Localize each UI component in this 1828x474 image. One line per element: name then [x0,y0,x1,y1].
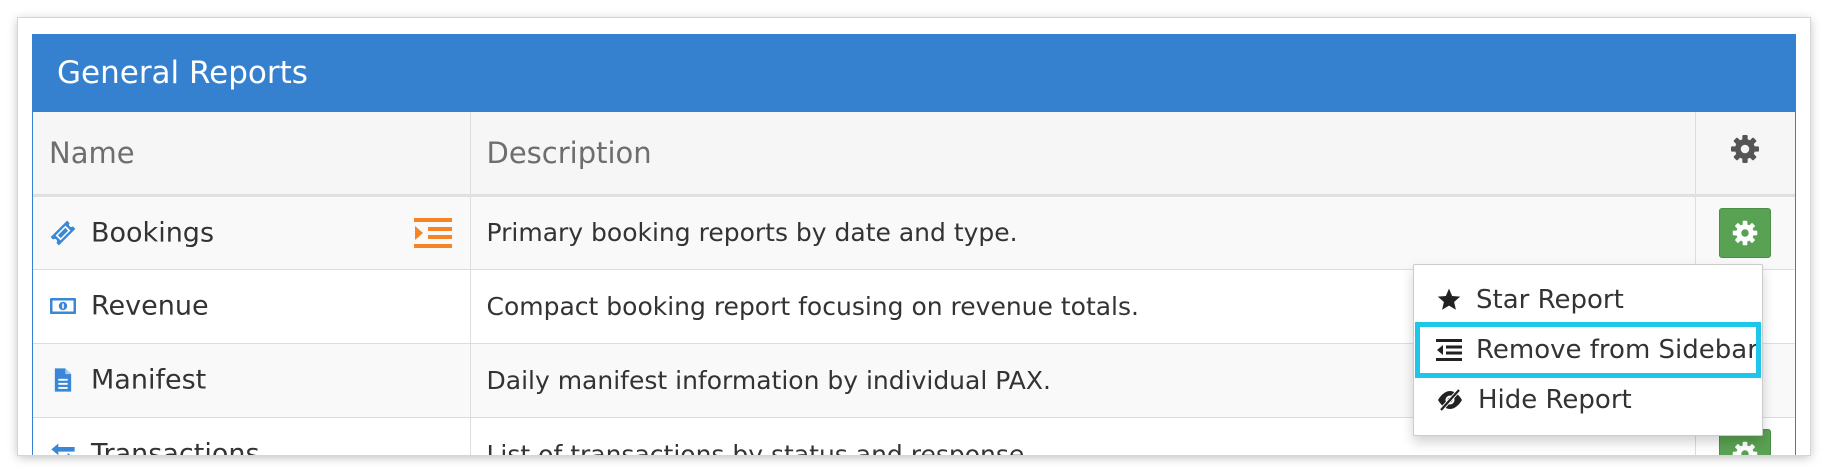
gear-icon [1733,220,1758,245]
gear-icon[interactable] [1729,133,1761,165]
report-name-cell[interactable]: Bookings [33,195,471,270]
report-name-cell[interactable]: Revenue [33,269,471,344]
eye-slash-icon [1438,388,1462,412]
sidebar-list-icon[interactable] [413,217,452,248]
report-name-cell[interactable]: Manifest [33,343,471,418]
column-header-name[interactable]: Name [33,112,471,197]
report-name-cell[interactable]: Transactions [33,417,471,455]
column-header-settings[interactable] [1695,112,1795,197]
report-name[interactable]: Bookings [91,217,214,248]
table-row[interactable]: Bookings Primary booking reports by date… [33,195,1795,270]
row-settings-cell [1695,195,1795,270]
menu-item-hide-report[interactable]: Hide Report [1414,375,1762,425]
table-header-row: Name Description [33,112,1795,197]
outdent-icon [1436,339,1462,361]
menu-item-label: Star Report [1476,285,1624,315]
menu-item-remove-from-sidebar[interactable]: Remove from Sidebar [1415,322,1761,378]
report-description: Primary booking reports by date and type… [470,195,1696,270]
exchange-icon [51,443,75,455]
document-icon [54,368,72,392]
report-name[interactable]: Revenue [91,291,209,322]
report-name[interactable]: Transactions [91,439,260,455]
menu-item-label: Remove from Sidebar [1476,335,1758,365]
menu-item-star-report[interactable]: Star Report [1414,275,1762,325]
gear-icon [1733,441,1758,455]
report-options-dropdown: Star Report Remove from Sidebar Hide Rep… [1413,264,1763,436]
menu-item-label: Hide Report [1478,385,1632,415]
screenshot-window: General Reports Name Description Booking… [18,18,1810,455]
ticket-icon [50,220,76,246]
row-settings-button[interactable] [1719,207,1772,258]
star-icon [1437,288,1461,310]
report-name[interactable]: Manifest [91,365,206,396]
panel-title: General Reports [33,35,1795,112]
money-icon [50,298,76,315]
column-header-description[interactable]: Description [470,112,1696,197]
